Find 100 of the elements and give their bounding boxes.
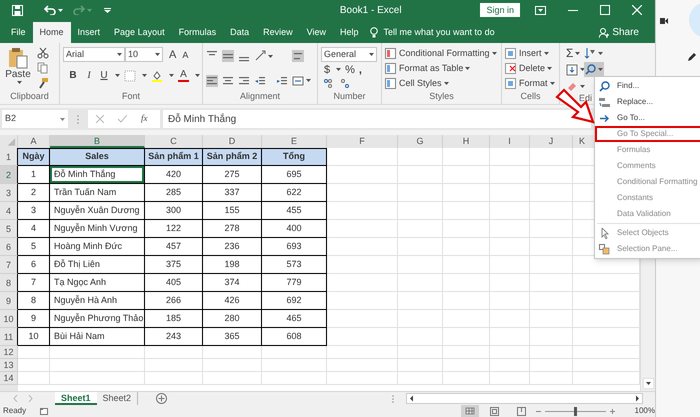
menu-item[interactable]: Find... — [595, 78, 700, 94]
autosum-button[interactable]: Σ — [566, 47, 574, 59]
grid-cell[interactable] — [203, 346, 262, 359]
italic-button[interactable]: I — [83, 68, 95, 83]
page-break-icon[interactable] — [517, 406, 526, 416]
grid-cell[interactable] — [262, 359, 327, 372]
grid-cell[interactable] — [443, 256, 490, 274]
grid-cell[interactable] — [145, 372, 203, 385]
ribbon-tab[interactable]: File — [4, 22, 33, 43]
grow-font-button[interactable]: A — [169, 48, 176, 60]
grid-cell[interactable] — [530, 166, 573, 184]
grid-cell[interactable] — [490, 310, 530, 328]
row-header[interactable]: 4 — [0, 202, 18, 220]
grid-cell[interactable] — [203, 359, 262, 372]
macro-record-icon[interactable] — [40, 408, 48, 414]
grid-cell[interactable] — [398, 274, 443, 292]
grid-cell[interactable] — [443, 292, 490, 310]
column-header[interactable]: I — [490, 135, 530, 148]
grid-cell[interactable] — [443, 346, 490, 359]
styles-menu-button[interactable]: Format as Table — [385, 62, 497, 74]
grid-cell[interactable] — [18, 372, 50, 385]
grid-cell[interactable] — [530, 148, 573, 166]
decrease-decimal-icon[interactable] — [340, 77, 352, 89]
grid-cell[interactable] — [327, 202, 398, 220]
row-header[interactable]: 1 — [0, 148, 18, 166]
row-header[interactable]: 13 — [0, 359, 18, 372]
video-camera-icon[interactable] — [660, 17, 668, 25]
add-sheet-icon[interactable] — [156, 393, 168, 404]
align-center-icon[interactable] — [222, 74, 234, 87]
grid-cell[interactable] — [327, 346, 398, 359]
wrap-text-icon[interactable] — [292, 50, 304, 62]
align-left-icon[interactable] — [206, 74, 218, 87]
grid-cell[interactable] — [490, 184, 530, 202]
row-header[interactable]: 9 — [0, 292, 18, 310]
grid-cell[interactable] — [327, 166, 398, 184]
insert-function-button[interactable]: fx — [141, 112, 148, 126]
grid-cell[interactable] — [443, 148, 490, 166]
grid-cell[interactable] — [443, 184, 490, 202]
grid-cell[interactable] — [327, 148, 398, 166]
grid-cell[interactable] — [530, 328, 573, 346]
grid-cell[interactable] — [530, 256, 573, 274]
grid-cell[interactable] — [490, 372, 530, 385]
format-painter-icon[interactable] — [37, 77, 49, 89]
zoom-in-icon[interactable] — [610, 408, 615, 414]
orientation-icon[interactable] — [254, 50, 266, 62]
grid-cell[interactable] — [443, 166, 490, 184]
grid-cell[interactable] — [490, 292, 530, 310]
find-select-button[interactable] — [584, 62, 604, 77]
font-name-field[interactable]: Arial — [63, 47, 125, 62]
grid-cell[interactable] — [50, 359, 145, 372]
grid-cell[interactable] — [490, 148, 530, 166]
copy-icon[interactable] — [37, 62, 49, 74]
sort-filter-icon[interactable] — [584, 47, 596, 59]
redo-icon[interactable] — [73, 5, 85, 15]
grid-cell[interactable] — [398, 220, 443, 238]
column-header[interactable]: B — [50, 135, 145, 148]
grid-cell[interactable] — [145, 359, 203, 372]
row-header[interactable]: 12 — [0, 346, 18, 359]
row-header[interactable] — [0, 385, 18, 391]
grid-cell[interactable] — [327, 292, 398, 310]
row-header[interactable]: 10 — [0, 310, 18, 328]
grid-cell[interactable] — [18, 359, 50, 372]
customize-caret-icon[interactable] — [104, 8, 111, 12]
scroll-down-icon[interactable] — [642, 378, 654, 389]
grid-cell[interactable] — [443, 220, 490, 238]
grid-cell[interactable] — [262, 372, 327, 385]
grid-cell[interactable] — [490, 359, 530, 372]
grid-cell[interactable] — [530, 238, 573, 256]
grid-cell[interactable] — [443, 274, 490, 292]
styles-menu-button[interactable]: Cell Styles — [385, 77, 497, 89]
save-icon[interactable] — [12, 4, 23, 16]
ribbon-tab[interactable]: Insert — [70, 22, 108, 43]
ribbon-tab[interactable]: Help — [333, 22, 366, 43]
grid-cell[interactable] — [398, 238, 443, 256]
row-header[interactable]: 2 — [0, 166, 18, 184]
ribbon-tab[interactable]: View — [300, 22, 333, 43]
column-header[interactable]: J — [530, 135, 573, 148]
grid-cell[interactable] — [530, 220, 573, 238]
ribbon-tab[interactable]: Review — [256, 22, 300, 43]
column-header[interactable]: F — [327, 135, 398, 148]
grid-cell[interactable] — [398, 346, 443, 359]
grid-cell[interactable] — [530, 184, 573, 202]
increase-indent-icon[interactable] — [276, 74, 288, 87]
font-size-field[interactable]: 10 — [125, 47, 163, 62]
grid-cell[interactable] — [262, 346, 327, 359]
grid-cell[interactable] — [530, 292, 573, 310]
ribbon-tab[interactable]: Home — [32, 22, 71, 43]
ribbon-tab[interactable]: Formulas — [172, 22, 224, 43]
grid-cell[interactable] — [398, 328, 443, 346]
menu-item[interactable]: Go To... — [595, 110, 700, 126]
comma-button[interactable]: , — [358, 64, 362, 76]
grid-cell[interactable] — [443, 202, 490, 220]
previous-sheet-icon[interactable] — [13, 395, 18, 402]
grid-cell[interactable] — [443, 359, 490, 372]
grid-cell[interactable] — [398, 372, 443, 385]
close-icon[interactable] — [632, 5, 642, 15]
scissors-icon[interactable] — [37, 47, 49, 59]
grid-cell[interactable] — [490, 346, 530, 359]
zoom-level[interactable]: 100% — [634, 405, 655, 417]
row-header[interactable]: 6 — [0, 238, 18, 256]
